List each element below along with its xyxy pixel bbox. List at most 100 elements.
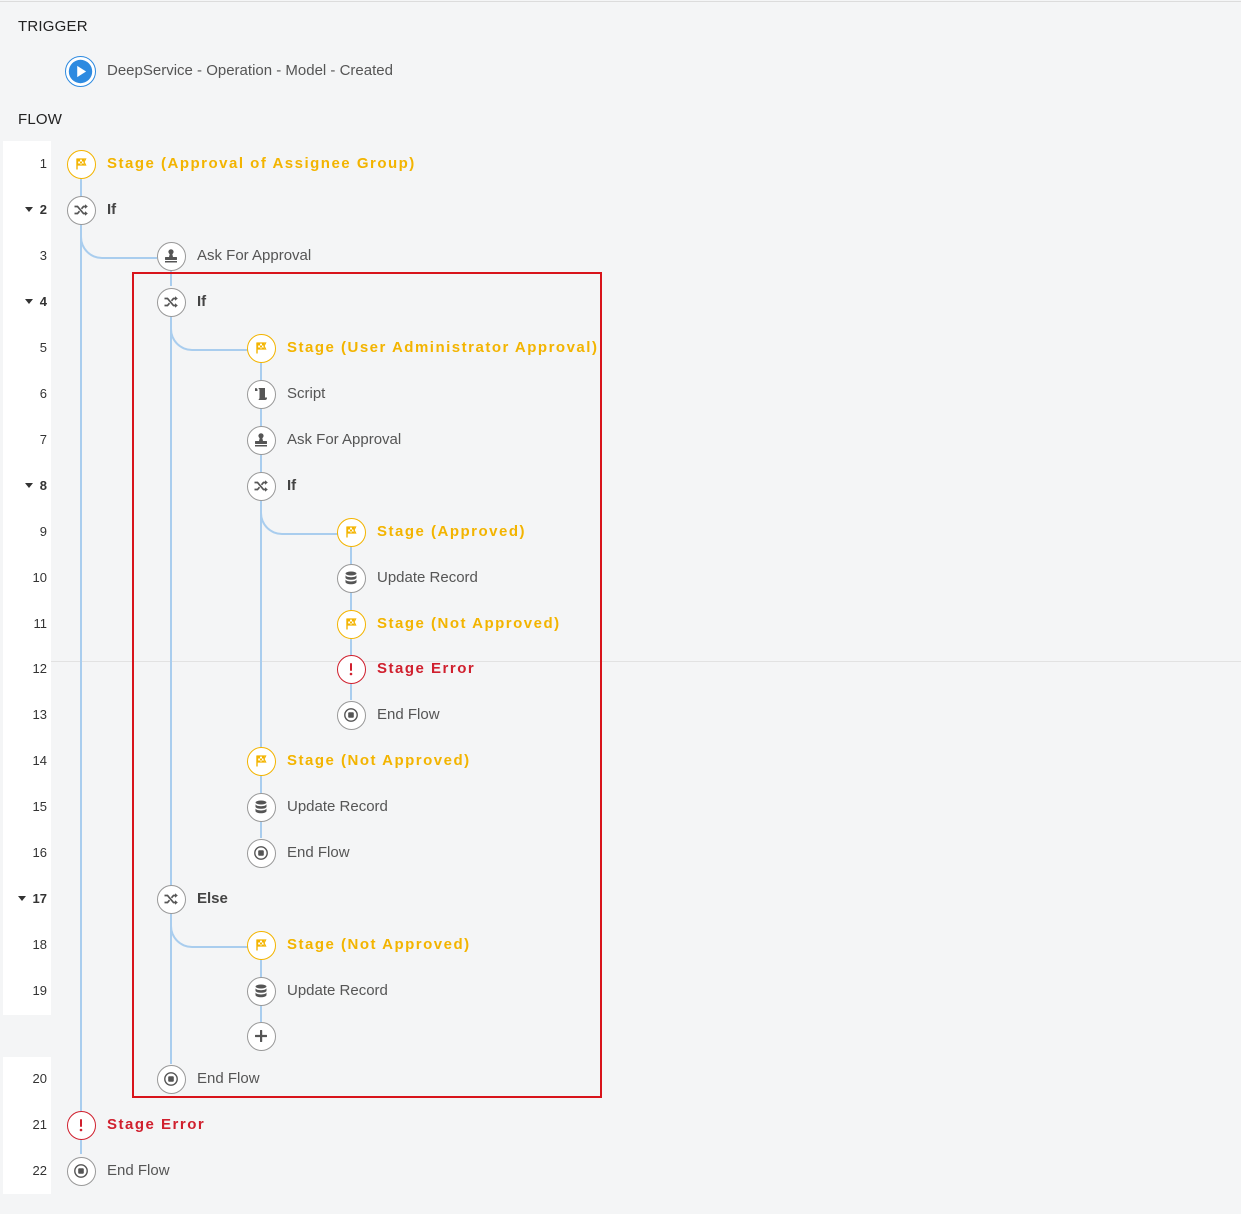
database-icon — [253, 799, 269, 815]
flow-node-3[interactable] — [156, 241, 186, 271]
line-number-text: 15 — [32, 799, 47, 814]
flow-node-16[interactable] — [246, 838, 276, 868]
flow-node-17[interactable] — [156, 884, 186, 914]
line-number-16: 16 — [3, 844, 47, 862]
line-number-text: 16 — [32, 845, 47, 860]
flow-step-label-13[interactable]: End Flow — [377, 705, 440, 725]
collapse-caret-icon[interactable] — [17, 896, 26, 901]
line-number-text: 19 — [32, 983, 47, 998]
flow-step-label-15[interactable]: Update Record — [287, 797, 388, 817]
top-divider — [0, 1, 1241, 2]
branch-connector-2 — [80, 224, 157, 259]
line-number-7: 7 — [3, 431, 47, 449]
flow-step-label-3[interactable]: Ask For Approval — [197, 246, 311, 266]
flow-node-7[interactable] — [246, 425, 276, 455]
line-number-2[interactable]: 2 — [3, 201, 47, 219]
line-number-4[interactable]: 4 — [3, 293, 47, 311]
line-number-text: 3 — [39, 248, 47, 263]
line-number-8[interactable]: 8 — [3, 477, 47, 495]
shuffle-icon — [73, 202, 89, 218]
flow-node-5[interactable] — [246, 333, 276, 363]
stamp-icon — [163, 248, 179, 264]
flow-step-label-22[interactable]: End Flow — [107, 1161, 170, 1181]
flow-node-20[interactable] — [156, 1064, 186, 1094]
flow-step-label-16[interactable]: End Flow — [287, 843, 350, 863]
line-number-text: 5 — [39, 340, 47, 355]
collapse-caret-icon[interactable] — [24, 483, 33, 488]
flow-node-14[interactable] — [246, 746, 276, 776]
line-number-text: 1 — [39, 156, 47, 171]
flow-step-label-19[interactable]: Update Record — [287, 981, 388, 1001]
line-number-text: 12 — [32, 661, 47, 676]
line-number-3: 3 — [3, 247, 47, 265]
database-icon — [253, 983, 269, 999]
flow-heading: FLOW — [18, 111, 63, 128]
flow-node-11[interactable] — [336, 609, 366, 639]
flow-step-label-20[interactable]: End Flow — [197, 1069, 260, 1089]
flow-step-label-11[interactable]: Stage (Not Approved) — [377, 614, 561, 634]
trigger-name[interactable]: DeepService - Operation - Model - Create… — [107, 61, 393, 81]
shuffle-icon — [163, 294, 179, 310]
line-number-text: 7 — [39, 432, 47, 447]
flow-node-12[interactable] — [336, 654, 366, 684]
flow-node-21[interactable] — [66, 1110, 96, 1140]
flow-node-10[interactable] — [336, 563, 366, 593]
flow-node-18[interactable] — [246, 930, 276, 960]
line-number-1: 1 — [3, 155, 47, 173]
flow-step-label-8[interactable]: If — [287, 476, 296, 496]
flow-node-15[interactable] — [246, 792, 276, 822]
play-icon — [68, 59, 93, 84]
shuffle-icon — [163, 891, 179, 907]
flow-node-1[interactable] — [66, 149, 96, 179]
flow-node-8[interactable] — [246, 471, 276, 501]
flow-node-6[interactable] — [246, 379, 276, 409]
line-number-6: 6 — [3, 385, 47, 403]
flow-step-label-17[interactable]: Else — [197, 889, 228, 909]
flow-node-4[interactable] — [156, 287, 186, 317]
line-number-text: 14 — [32, 753, 47, 768]
line-number-19: 19 — [3, 982, 47, 1000]
flow-step-label-2[interactable]: If — [107, 200, 116, 220]
flow-node-2[interactable] — [66, 195, 96, 225]
stop-icon — [73, 1163, 89, 1179]
collapse-caret-icon[interactable] — [24, 207, 33, 212]
flow-step-label-21[interactable]: Stage Error — [107, 1115, 205, 1135]
flow-node-13[interactable] — [336, 700, 366, 730]
line-number-17[interactable]: 17 — [3, 890, 47, 908]
collapse-caret-icon[interactable] — [24, 299, 33, 304]
flow-step-label-5[interactable]: Stage (User Administrator Approval) — [287, 338, 598, 358]
line-number-13: 13 — [3, 706, 47, 724]
flow-step-label-14[interactable]: Stage (Not Approved) — [287, 751, 471, 771]
line-number-text: 20 — [32, 1071, 47, 1086]
trigger-node[interactable] — [65, 56, 96, 87]
flow-step-label-9[interactable]: Stage (Approved) — [377, 522, 526, 542]
flow-step-label-1[interactable]: Stage (Approval of Assignee Group) — [107, 154, 416, 174]
flow-step-label-7[interactable]: Ask For Approval — [287, 430, 401, 450]
flow-node-19[interactable] — [246, 976, 276, 1006]
line-number-text: 17 — [32, 891, 47, 906]
line-number-text: 8 — [39, 478, 47, 493]
line-number-11: 11 — [3, 615, 48, 633]
stop-icon — [163, 1071, 179, 1087]
stamp-icon — [253, 432, 269, 448]
line-number-text: 2 — [39, 202, 47, 217]
add-step-button[interactable] — [246, 1021, 276, 1051]
line-number-text: 4 — [39, 294, 47, 309]
line-number-text: 21 — [32, 1117, 47, 1132]
alert-icon — [73, 1117, 89, 1133]
flow-node-22[interactable] — [66, 1156, 96, 1186]
trigger-heading: TRIGGER — [18, 18, 88, 35]
stop-icon — [343, 707, 359, 723]
line-number-21: 21 — [3, 1116, 47, 1134]
flow-step-label-4[interactable]: If — [197, 292, 206, 312]
flag-icon — [73, 156, 89, 172]
flow-step-label-18[interactable]: Stage (Not Approved) — [287, 935, 471, 955]
plus-icon — [253, 1028, 269, 1044]
flow-step-label-10[interactable]: Update Record — [377, 568, 478, 588]
line-number-14: 14 — [3, 752, 47, 770]
flow-node-9[interactable] — [336, 517, 366, 547]
flag-icon — [343, 616, 359, 632]
flow-step-label-6[interactable]: Script — [287, 384, 325, 404]
flow-step-label-12[interactable]: Stage Error — [377, 659, 475, 679]
stop-icon — [253, 845, 269, 861]
